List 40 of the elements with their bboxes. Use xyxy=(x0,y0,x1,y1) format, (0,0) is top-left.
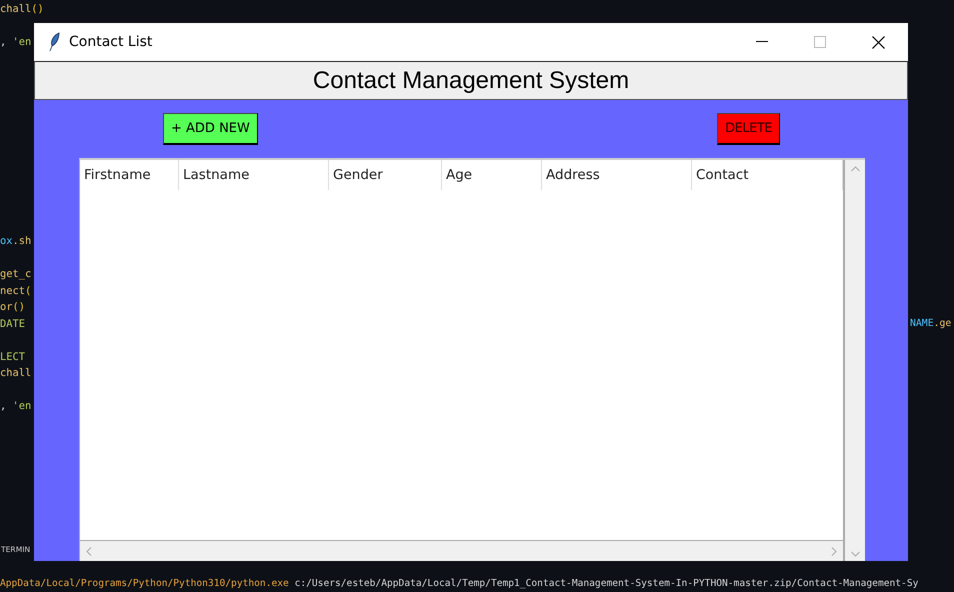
add-new-button[interactable]: + ADD NEW xyxy=(163,113,258,145)
code-text: , xyxy=(0,36,8,48)
feather-icon xyxy=(48,32,60,52)
code-text: or xyxy=(0,301,13,313)
maximize-icon[interactable] xyxy=(814,36,826,48)
code-text: 'en xyxy=(12,36,32,48)
column-header[interactable]: Gender xyxy=(329,160,442,190)
code-text: chall xyxy=(0,367,32,379)
window-title: Contact List xyxy=(69,34,152,50)
close-icon[interactable] xyxy=(872,36,885,48)
code-text: ( xyxy=(25,285,32,297)
code-text: () xyxy=(12,301,26,313)
code-text: chall xyxy=(0,3,32,15)
column-header[interactable]: Contact xyxy=(692,160,843,190)
column-header[interactable]: Address xyxy=(542,160,692,190)
scroll-right-icon[interactable] xyxy=(831,546,837,556)
vertical-scrollbar[interactable] xyxy=(845,160,865,561)
code-text: get_c xyxy=(0,268,32,280)
delete-button[interactable]: DELETE xyxy=(717,113,780,145)
app-heading: Contact Management System xyxy=(34,61,908,100)
horizontal-scrollbar[interactable] xyxy=(80,541,843,561)
code-text: LECT xyxy=(0,351,26,363)
column-header[interactable]: Lastname xyxy=(179,160,329,190)
code-text: .ge xyxy=(934,318,952,329)
scroll-left-icon[interactable] xyxy=(86,546,92,556)
scroll-down-icon[interactable] xyxy=(850,551,860,557)
terminal-text: c:/Users/esteb/AppData/Local/Temp/Temp1_Contact-Management-System-In-PYTHON-master.zip/Contact-Management-Sy xyxy=(294,578,918,589)
column-header[interactable]: Age xyxy=(442,160,542,190)
terminal-text: AppData/Local/Programs/Python/Python310/python.exe xyxy=(0,578,289,589)
minimize-icon[interactable] xyxy=(756,41,768,43)
column-header[interactable]: Firstname xyxy=(80,160,179,190)
code-text: , xyxy=(0,400,8,412)
code-text: () xyxy=(31,3,44,15)
code-text: DATE xyxy=(0,318,26,330)
scroll-up-icon[interactable] xyxy=(850,166,860,172)
code-text: ox xyxy=(0,235,13,247)
code-text: NAME xyxy=(910,318,934,329)
code-text: .sh xyxy=(12,235,32,247)
code-text: nect xyxy=(0,285,26,297)
code-text: 'en xyxy=(12,400,32,412)
